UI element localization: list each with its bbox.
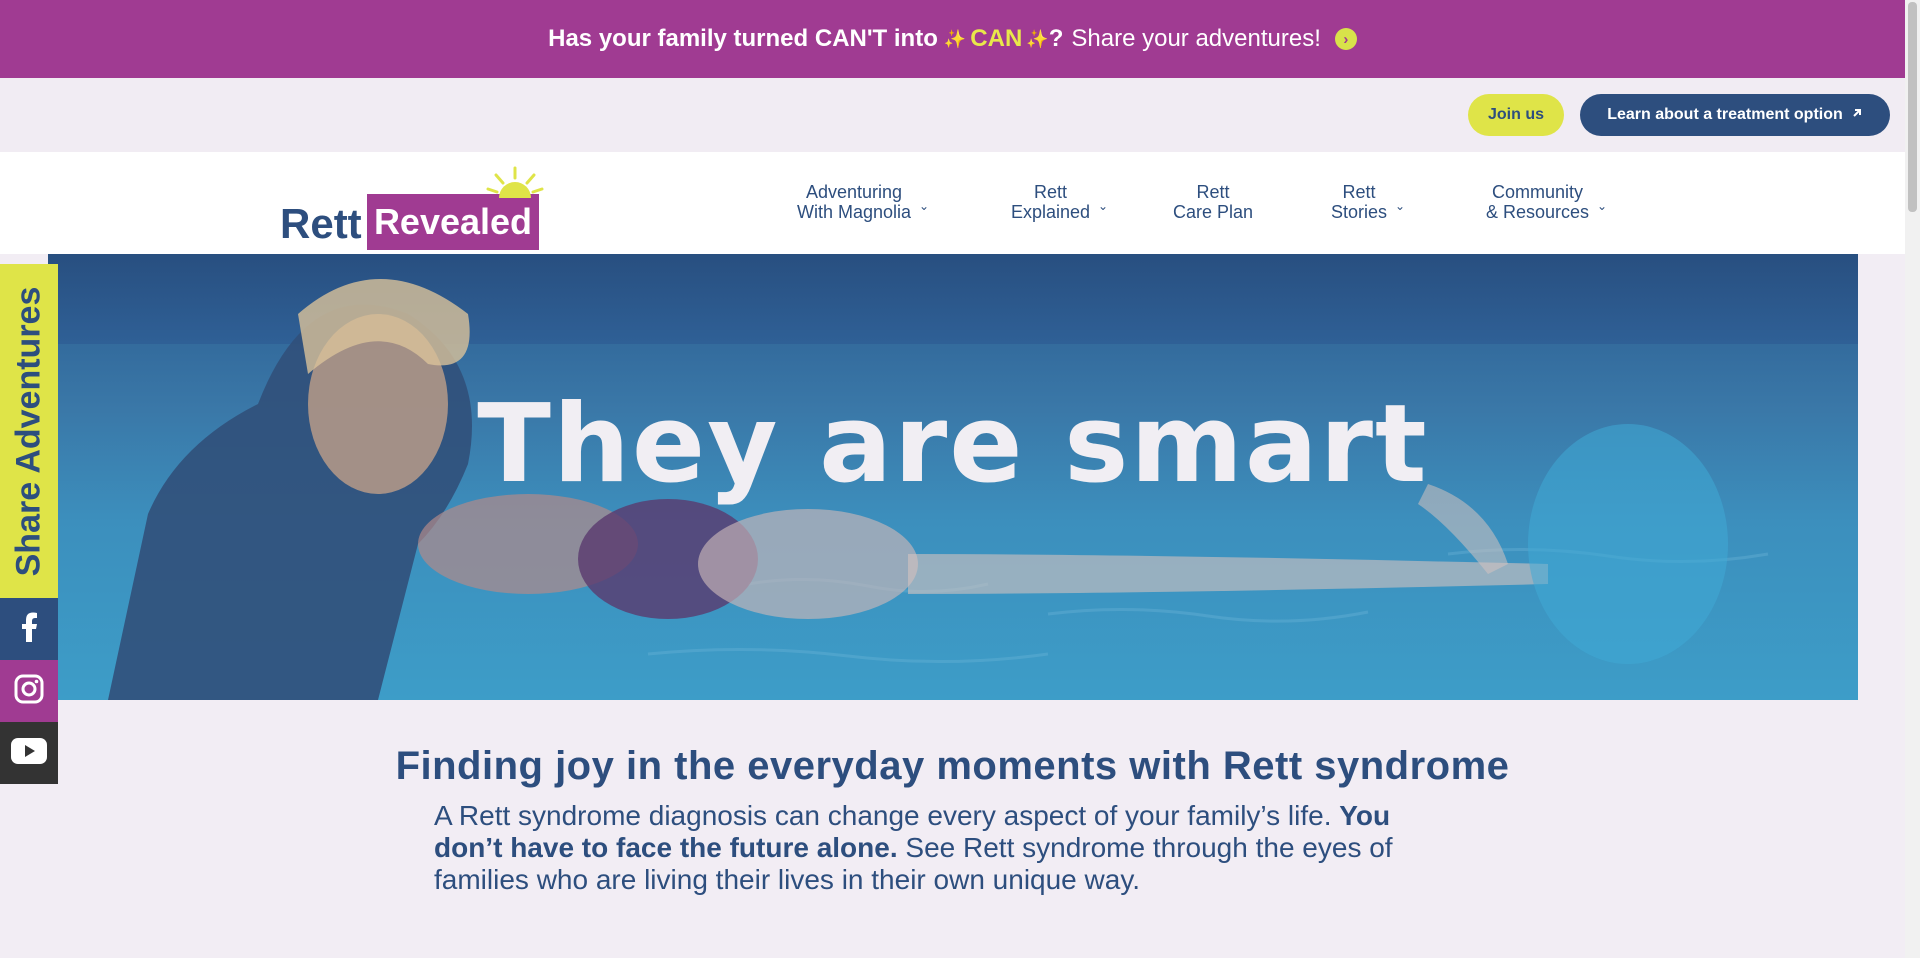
scrollbar-thumb[interactable]	[1908, 2, 1917, 212]
join-us-button[interactable]: Join us	[1468, 94, 1564, 136]
chevron-down-icon: ⌄	[1596, 199, 1608, 213]
nav-label-line1: Community	[1492, 182, 1584, 202]
instagram-button[interactable]	[0, 660, 58, 722]
promo-can: CAN	[970, 25, 1023, 52]
sparkle-icon: ✨	[1026, 28, 1049, 49]
body-text: A Rett syndrome diagnosis can change eve…	[434, 800, 1332, 831]
site-header: Rett Revealed Adventuring With Magnolia …	[0, 152, 1905, 254]
logo-rett: Rett	[280, 200, 362, 247]
nav-community[interactable]: Community & Resources ⌄	[1486, 182, 1607, 222]
nav-label-line1: Rett	[1196, 182, 1230, 202]
nav-label-line1: Adventuring	[805, 182, 903, 202]
sun-icon	[485, 164, 545, 209]
section-body: A Rett syndrome diagnosis can change eve…	[434, 800, 1454, 896]
site-logo[interactable]: Rett Revealed	[280, 162, 544, 250]
arrow-right-icon[interactable]: ›	[1334, 28, 1357, 50]
facebook-icon	[19, 612, 39, 647]
nav-label-line2: Explained	[1011, 202, 1091, 222]
nav-rett-stories[interactable]: Rett Stories ⌄	[1331, 182, 1405, 222]
nav-adventuring[interactable]: Adventuring With Magnolia ⌄	[797, 182, 929, 222]
chevron-down-icon: ⌄	[1394, 199, 1406, 213]
learn-treatment-label: Learn about a treatment option	[1607, 106, 1843, 123]
nav-rett-explained[interactable]: Rett Explained ⌄	[1011, 182, 1108, 222]
instagram-icon	[14, 674, 44, 709]
sparkle-icon: ✨	[943, 28, 967, 49]
hero-banner: They are smart	[48, 254, 1858, 700]
nav-label-line2: & Resources	[1486, 202, 1590, 222]
chevron-down-icon: ⌄	[918, 199, 930, 213]
nav-label-line1: Rett	[1034, 182, 1068, 202]
facebook-button[interactable]	[0, 598, 58, 660]
promo-link-text[interactable]: Share your adventures!	[1071, 25, 1320, 53]
page-scrollbar[interactable]	[1905, 0, 1920, 958]
share-adventures-tab[interactable]: Share Adventures	[0, 264, 58, 598]
promo-banner[interactable]: Has your family turned CAN'T into ✨ CAN …	[0, 0, 1905, 78]
nav-care-plan[interactable]: Rett Care Plan	[1173, 182, 1253, 222]
nav-label-line2: With Magnolia	[797, 202, 912, 222]
external-link-icon	[1851, 106, 1863, 124]
nav-label-line1: Rett	[1342, 182, 1376, 202]
share-adventures-label: Share Adventures	[9, 286, 48, 576]
chevron-down-icon: ⌄	[1098, 199, 1109, 213]
learn-treatment-button[interactable]: Learn about a treatment option	[1580, 94, 1890, 136]
hero-title: They are smart	[477, 382, 1429, 507]
youtube-button[interactable]	[0, 722, 58, 784]
promo-question: ?	[1048, 25, 1064, 52]
youtube-icon	[11, 737, 47, 769]
section-title: Finding joy in the everyday moments with…	[395, 744, 1510, 788]
nav-label-line2: Stories	[1331, 202, 1388, 222]
nav-label-line2: Care Plan	[1173, 202, 1254, 222]
promo-text: Has your family turned CAN'T into	[548, 25, 938, 52]
utility-bar: Join us Learn about a treatment option	[0, 78, 1905, 152]
